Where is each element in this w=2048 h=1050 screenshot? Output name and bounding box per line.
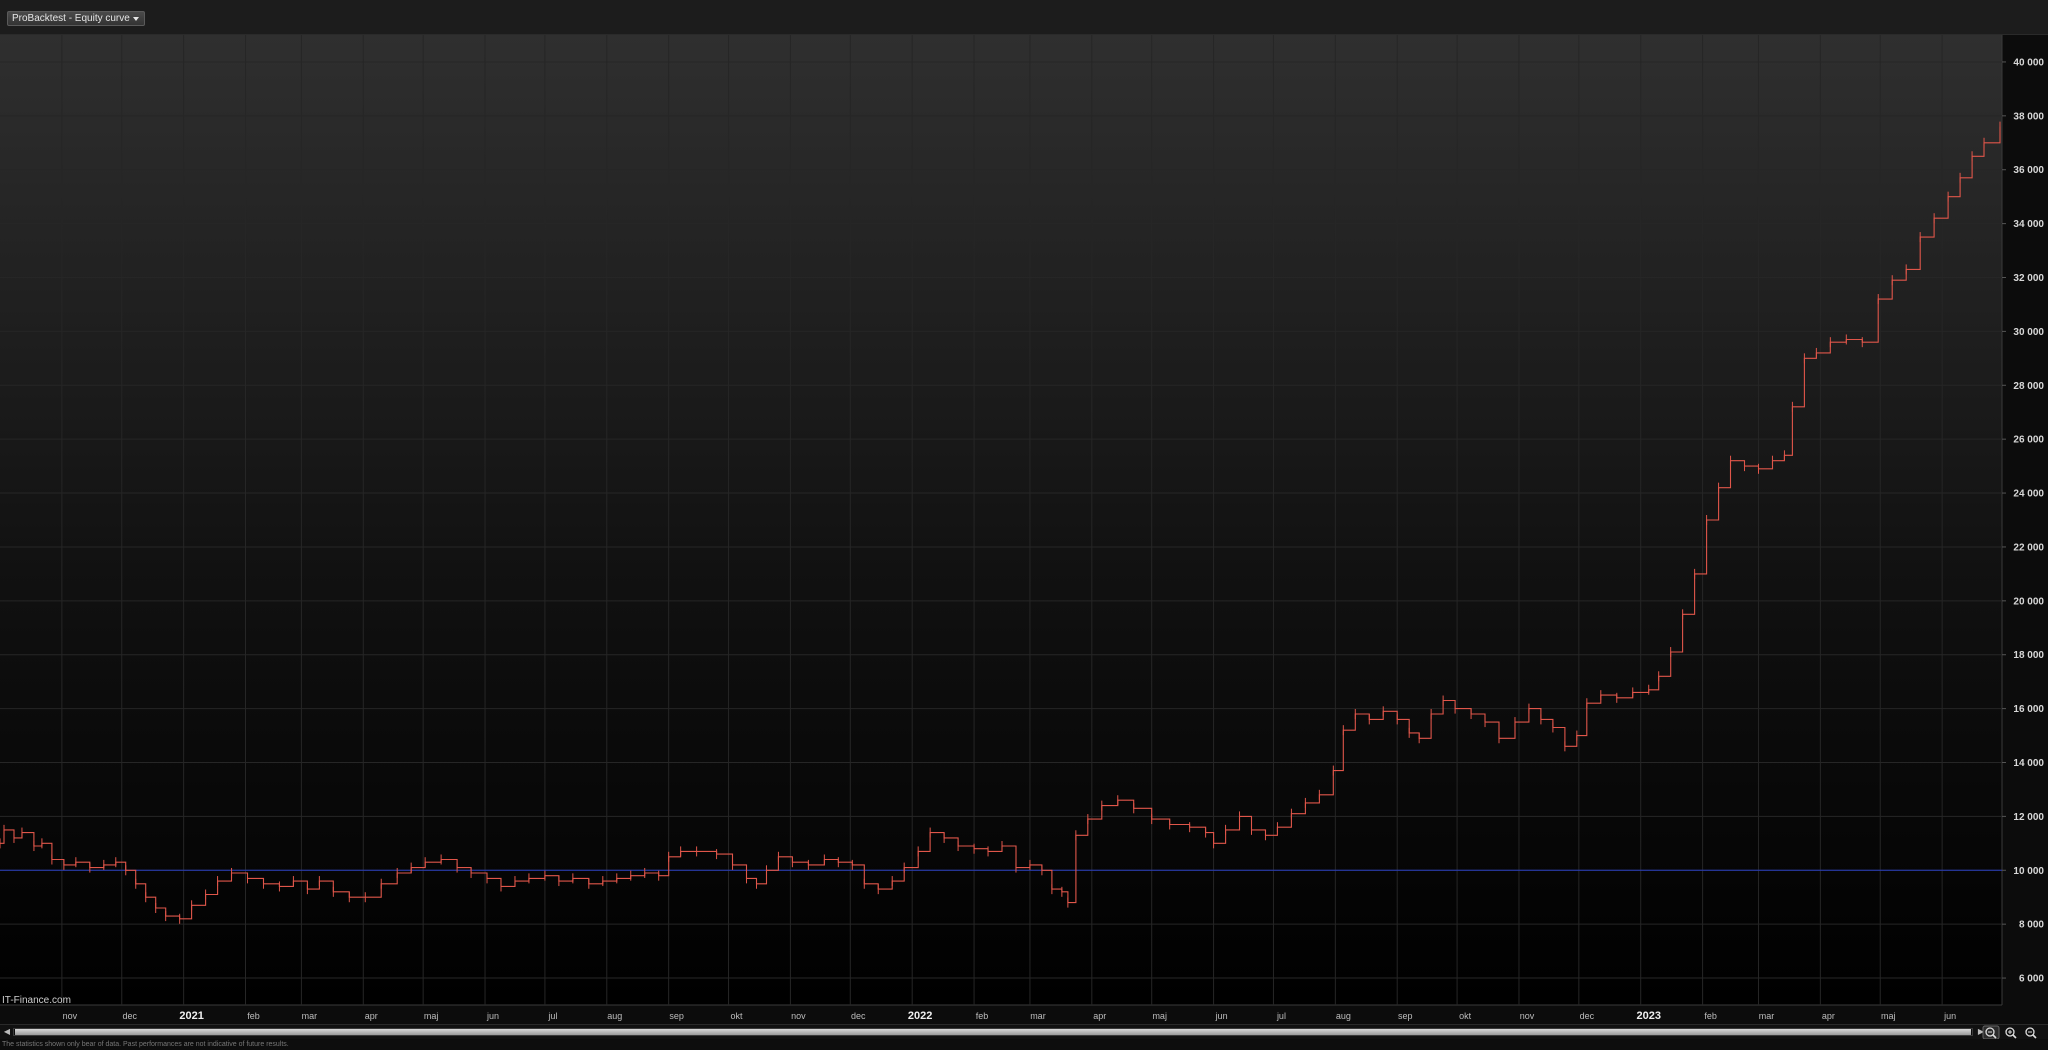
x-tick-label: 2021 [179,1010,203,1022]
y-tick-label: 12 000 [2013,812,2044,823]
x-tick-label: mar [1030,1011,1046,1021]
x-tick-label: maj [1152,1011,1167,1021]
x-tick-label: nov [63,1011,78,1021]
x-tick-label: dec [851,1011,866,1021]
x-tick-label: feb [976,1011,989,1021]
x-tick-label: apr [1822,1011,1835,1021]
x-tick-label: dec [122,1011,137,1021]
x-tick-label: sep [669,1011,684,1021]
watermark-label: IT-Finance.com [2,995,71,1006]
magnifier-minus-icon[interactable] [2022,1025,2040,1040]
x-tick-label: maj [1881,1011,1896,1021]
x-tick-label: jun [486,1011,499,1021]
scroll-thumb[interactable] [15,1029,1971,1035]
x-tick-label: maj [424,1011,439,1021]
y-tick-label: 38 000 [2013,111,2044,122]
x-tick-label: apr [365,1011,378,1021]
chart-selector-dropdown[interactable]: ProBacktest - Equity curve [7,11,145,26]
x-tick-label: feb [1704,1011,1717,1021]
x-tick-label: okt [1459,1011,1472,1021]
y-tick-label: 20 000 [2013,596,2044,607]
x-tick-label: aug [607,1011,622,1021]
x-axis-panel [0,1005,2002,1024]
status-text: The statistics shown only bear of data. … [2,1041,289,1048]
y-tick-label: 34 000 [2013,219,2044,230]
y-tick-label: 16 000 [2013,704,2044,715]
app-window: ProBacktest - Equity curve 6 000 8 000 10 … [0,0,2048,1050]
equity-chart-svg: 6 000 8 000 10 000 12 000 14 000 16 000 18 000… [0,35,2048,1035]
status-bar: The statistics shown only bear of data. … [0,1039,2048,1050]
x-tick-label: nov [1520,1011,1535,1021]
y-tick-label: 14 000 [2013,758,2044,769]
magnifier-reset-icon[interactable] [1982,1025,2000,1040]
arrow-left-icon[interactable]: ◀ [2,1027,12,1037]
y-tick-label: 24 000 [2013,489,2044,500]
y-tick-label: 18 000 [2013,650,2044,661]
x-tick-label: apr [1093,1011,1106,1021]
y-tick-label: 6 000 [2019,974,2044,985]
y-tick-label: 30 000 [2013,327,2044,338]
x-tick-label: sep [1398,1011,1413,1021]
y-tick-label: 8 000 [2019,920,2044,931]
y-tick-label: 40 000 [2013,57,2044,68]
x-tick-label: feb [247,1011,260,1021]
magnifier-plus-icon[interactable] [2002,1025,2020,1040]
x-tick-label: 2022 [908,1010,932,1022]
toolbar: ProBacktest - Equity curve [0,0,2048,35]
x-tick-label: 2023 [1636,1010,1660,1022]
y-axis-panel [2002,35,2048,1035]
chart-selector-label: ProBacktest - Equity curve [12,13,130,24]
y-tick-label: 22 000 [2013,542,2044,553]
y-tick-label: 36 000 [2013,165,2044,176]
y-tick-label: 10 000 [2013,866,2044,877]
x-tick-label: aug [1336,1011,1351,1021]
x-tick-label: okt [731,1011,744,1021]
x-tick-label: jul [1276,1011,1286,1021]
x-tick-label: mar [1759,1011,1775,1021]
x-tick-label: nov [791,1011,806,1021]
x-tick-label: jun [1215,1011,1228,1021]
plot-background [0,35,2002,1005]
x-tick-label: dec [1580,1011,1595,1021]
y-tick-label: 26 000 [2013,435,2044,446]
y-tick-label: 32 000 [2013,273,2044,284]
horizontal-scrollbar[interactable]: ◀ ▶ [0,1024,2048,1040]
y-tick-label: 28 000 [2013,381,2044,392]
x-tick-label: mar [302,1011,318,1021]
chevron-down-icon [132,16,139,21]
x-tick-label: jul [547,1011,557,1021]
equity-chart[interactable]: 6 000 8 000 10 000 12 000 14 000 16 000 18 000… [0,35,2048,1035]
x-tick-label: jun [1943,1011,1956,1021]
